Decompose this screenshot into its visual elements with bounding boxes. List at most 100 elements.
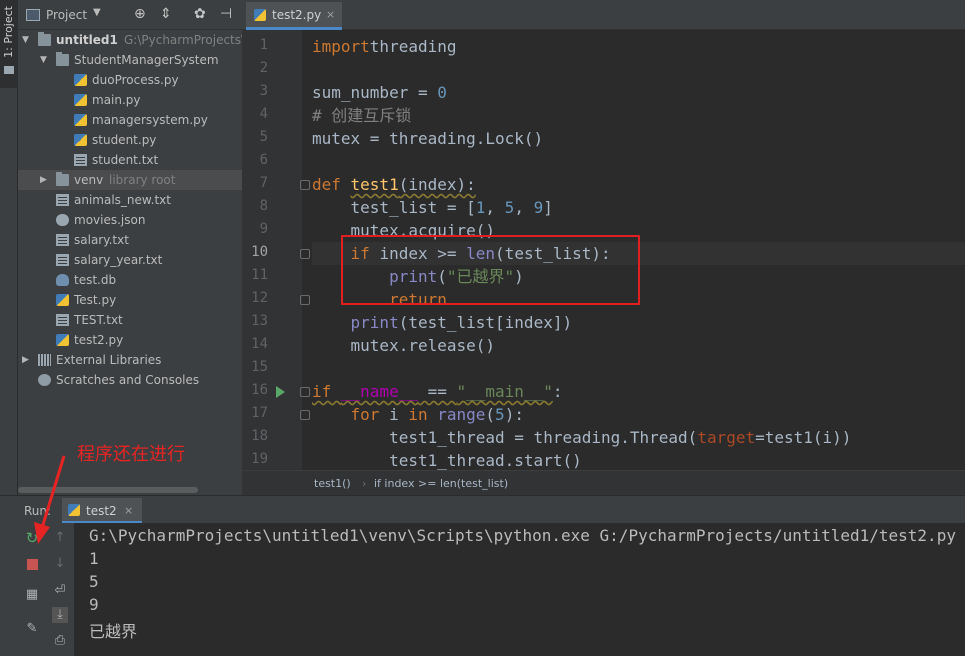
tree-item-label: untitled1: [56, 33, 118, 47]
line-number: 11: [251, 267, 268, 283]
tree-item[interactable]: salary.txt: [18, 230, 242, 250]
py-icon: [74, 74, 87, 86]
line-number: 13: [251, 313, 268, 329]
tree-item[interactable]: animals_new.txt: [18, 190, 242, 210]
code-line[interactable]: def test1(index):: [312, 173, 965, 196]
code-line[interactable]: mutex = threading.Lock(): [312, 127, 965, 150]
code-token: 9: [533, 198, 544, 217]
code-token: test1: [350, 175, 399, 194]
project-tool-tab[interactable]: 1: Project: [0, 0, 18, 88]
console-line: 已越界: [89, 622, 138, 641]
breadcrumb-item-function[interactable]: test1(): [314, 477, 351, 490]
stop-button[interactable]: [24, 556, 40, 572]
code-line[interactable]: test_list = [1, 5, 9]: [312, 196, 965, 219]
gear-icon[interactable]: ✿: [194, 6, 206, 22]
code-line[interactable]: print(test_list[index]): [312, 311, 965, 334]
tree-item[interactable]: ▶ External Libraries: [18, 350, 242, 370]
fold-icon[interactable]: [300, 410, 310, 420]
code-token: in: [408, 405, 438, 424]
locate-icon[interactable]: ⊕: [134, 6, 146, 22]
project-panel: Project ▼ ⊕ ⇕ ✿ ⊣ ▼ untitled1 G:\PycharmPr…: [18, 0, 242, 495]
tree-item[interactable]: ▼ untitled1 G:\PycharmProjects\u: [18, 30, 242, 50]
code-token: test1_thread.start(): [312, 451, 582, 470]
tree-item[interactable]: Scratches and Consoles: [18, 370, 242, 390]
tree-item[interactable]: TEST.txt: [18, 310, 242, 330]
tree-item-label: animals_new.txt: [74, 193, 171, 207]
code-line[interactable]: importthreading: [312, 35, 965, 58]
fold-icon[interactable]: [300, 387, 310, 397]
tree-item[interactable]: ▶ venv library root: [18, 170, 242, 190]
fold-icon[interactable]: [300, 249, 310, 259]
code-line[interactable]: if __name__ == "__main__":: [312, 380, 965, 403]
line-number: 7: [259, 175, 268, 191]
py-icon: [74, 94, 87, 106]
code-token: target: [697, 428, 756, 447]
txt-icon: [56, 314, 69, 326]
fold-icon[interactable]: [300, 295, 310, 305]
code-line[interactable]: [312, 150, 965, 173]
code-line[interactable]: sum_number = 0: [312, 81, 965, 104]
txt-icon: [56, 194, 69, 206]
rerun-icon[interactable]: ↻: [24, 530, 40, 546]
tree-item[interactable]: test2.py: [18, 330, 242, 350]
project-view-icon: [26, 9, 40, 21]
scratch-icon: [38, 374, 51, 386]
code-line[interactable]: # 创建互斥锁: [312, 104, 965, 127]
tree-item[interactable]: student.py: [18, 130, 242, 150]
code-line[interactable]: for i in range(5):: [312, 403, 965, 426]
code-line[interactable]: mutex.release(): [312, 334, 965, 357]
tree-item[interactable]: ▼ StudentManagerSystem: [18, 50, 242, 70]
code-line[interactable]: test1_thread = threading.Thread(target=t…: [312, 426, 965, 449]
project-view-selector[interactable]: Project: [46, 8, 87, 22]
tree-item[interactable]: student.txt: [18, 150, 242, 170]
layout-icon[interactable]: ▦: [24, 587, 40, 603]
collapse-all-icon[interactable]: ⇕: [160, 6, 172, 22]
line-number-gutter[interactable]: 1 2 3 4 5 6 7 8 9 10 11 12 13 14 15 16 17 18 19: [242, 30, 310, 470]
stop-icon: [26, 559, 38, 570]
close-icon[interactable]: ×: [326, 8, 335, 21]
code-token: ,: [485, 198, 505, 217]
editor-tab-test2[interactable]: test2.py ×: [246, 2, 342, 30]
run-tab-label: test2: [86, 504, 117, 518]
tree-item[interactable]: managersystem.py: [18, 110, 242, 130]
chevron-right-icon[interactable]: ▶: [40, 170, 47, 190]
tree-item-label: StudentManagerSystem: [74, 53, 219, 67]
arrow-down-icon[interactable]: ↓: [52, 556, 68, 572]
tree-item[interactable]: test.db: [18, 270, 242, 290]
breadcrumb-item-if[interactable]: if index >= len(test_list): [374, 477, 508, 490]
chevron-down-icon[interactable]: ▼: [40, 50, 47, 70]
fold-icon[interactable]: [300, 180, 310, 190]
code-token: test1_thread = threading.Thread(: [312, 428, 698, 447]
hide-panel-icon[interactable]: ⊣: [220, 6, 232, 22]
tree-item[interactable]: movies.json: [18, 210, 242, 230]
chevron-down-icon[interactable]: ▼: [93, 7, 101, 18]
soft-wrap-icon[interactable]: ⏎: [52, 583, 68, 599]
code-token: =test1(i)): [755, 428, 852, 447]
tree-item-label: test2.py: [74, 333, 124, 347]
arrow-up-icon[interactable]: ↑: [52, 530, 68, 546]
tree-item-label: salary_year.txt: [74, 253, 163, 267]
pin-icon[interactable]: ✎: [24, 621, 40, 637]
tree-item-label: External Libraries: [56, 353, 162, 367]
tree-item[interactable]: salary_year.txt: [18, 250, 242, 270]
code-line[interactable]: [312, 58, 965, 81]
close-icon[interactable]: ×: [124, 504, 133, 517]
tree-item[interactable]: duoProcess.py: [18, 70, 242, 90]
tree-item[interactable]: main.py: [18, 90, 242, 110]
run-tab-test2[interactable]: test2 ×: [62, 498, 142, 524]
scroll-to-end-icon[interactable]: ⤓: [52, 607, 68, 623]
run-gutter-icon[interactable]: [276, 386, 285, 398]
chevron-down-icon[interactable]: ▼: [22, 30, 29, 50]
chevron-right-icon[interactable]: ▶: [22, 350, 29, 370]
code-line[interactable]: [312, 357, 965, 380]
python-file-icon: [254, 9, 266, 21]
tree-item[interactable]: Test.py: [18, 290, 242, 310]
code-token: ==: [417, 382, 457, 401]
line-number: 4: [259, 106, 268, 122]
txt-icon: [56, 254, 69, 266]
code-line[interactable]: test1_thread.start(): [312, 449, 965, 470]
run-console[interactable]: G:\PycharmProjects\untitled1\venv\Script…: [74, 523, 965, 656]
project-horizontal-scrollbar[interactable]: [18, 487, 198, 493]
line-number: 16: [251, 382, 268, 398]
print-icon[interactable]: ⎙: [52, 633, 68, 649]
